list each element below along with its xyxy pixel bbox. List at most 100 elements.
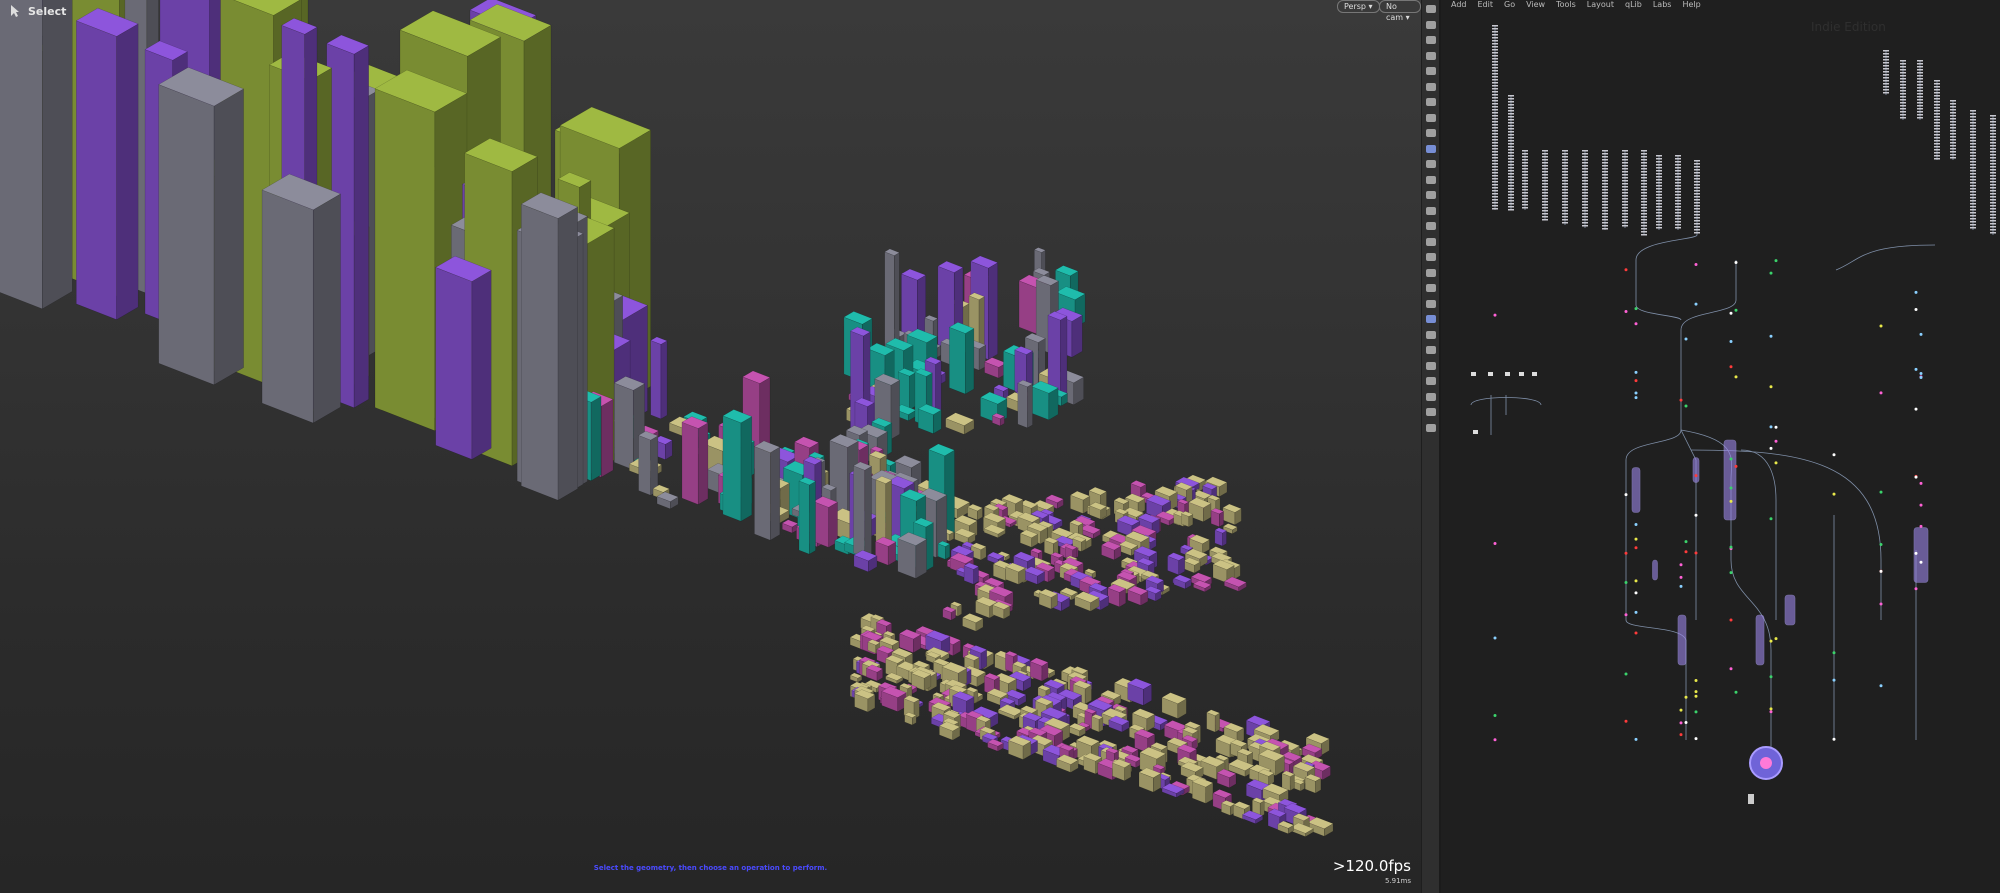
node [1492, 52, 1498, 54]
node [1641, 204, 1647, 206]
node [1492, 139, 1498, 141]
node [1622, 219, 1628, 221]
geo-icon[interactable] [1426, 361, 1436, 370]
node-dot [1634, 737, 1638, 741]
node [1508, 164, 1514, 166]
building-block [75, 7, 139, 321]
node [1492, 154, 1498, 156]
node [1934, 125, 1940, 127]
node-dot [1679, 708, 1683, 712]
persp-menu-button[interactable]: Persp ▾ [1337, 0, 1380, 13]
node [1694, 190, 1700, 192]
render-icon[interactable] [1426, 423, 1436, 432]
paint-icon[interactable] [1426, 160, 1436, 168]
node [1656, 227, 1662, 229]
node [1675, 185, 1681, 187]
node [1508, 197, 1514, 199]
node [1622, 204, 1628, 206]
node [1505, 372, 1510, 376]
node [1582, 201, 1588, 203]
node [1508, 104, 1514, 106]
lock-icon[interactable] [1426, 36, 1436, 44]
node [1641, 156, 1647, 158]
node [1950, 151, 1956, 153]
node [1950, 124, 1956, 126]
node [1542, 201, 1548, 203]
node [1970, 155, 1976, 157]
box-icon[interactable] [1426, 330, 1436, 339]
network-editor[interactable]: Add Edit Go View Tools Layout qLib Labs Help Ind… [1441, 0, 2000, 893]
light-icon[interactable] [1426, 82, 1436, 91]
sculpt-icon[interactable] [1426, 175, 1436, 184]
output-node-core [1760, 757, 1772, 769]
node [1641, 192, 1647, 194]
brush-icon[interactable] [1426, 191, 1436, 199]
transform-icon[interactable] [1426, 20, 1436, 29]
measure-icon[interactable] [1426, 284, 1436, 292]
node [1492, 103, 1498, 105]
node [1675, 170, 1681, 172]
node [1970, 173, 1976, 175]
node [1508, 134, 1514, 136]
node [1675, 221, 1681, 223]
node [1562, 192, 1568, 194]
node [1562, 162, 1568, 164]
node [1641, 171, 1647, 173]
node [1675, 218, 1681, 220]
scene-viewport[interactable]: Select Persp ▾ No cam ▾ Select the geome… [0, 0, 1421, 893]
node [1602, 204, 1608, 206]
sphere-icon[interactable] [1426, 346, 1436, 354]
node [1522, 165, 1528, 167]
select-icon[interactable] [1426, 5, 1436, 13]
node [1622, 171, 1628, 173]
grid-icon[interactable] [1426, 268, 1436, 277]
node [1970, 119, 1976, 121]
pivot-icon[interactable] [1426, 129, 1436, 137]
node [1917, 105, 1923, 107]
handle-icon[interactable] [1426, 67, 1436, 75]
palette-icon[interactable] [1426, 315, 1436, 323]
node [1522, 162, 1528, 164]
light2-icon[interactable] [1426, 377, 1436, 385]
building-block [1214, 527, 1228, 547]
node [1562, 213, 1568, 215]
node [1900, 87, 1906, 89]
node [1950, 103, 1956, 105]
node-dot [1634, 322, 1638, 326]
node [1641, 153, 1647, 155]
knife-icon[interactable] [1426, 237, 1436, 246]
node-dot [1919, 332, 1923, 336]
node [1582, 174, 1588, 176]
display-icon[interactable] [1426, 408, 1436, 416]
camera-menu-button[interactable]: No cam ▾ [1379, 0, 1421, 22]
node-dot [1729, 311, 1733, 315]
node [1582, 150, 1588, 152]
node [1970, 191, 1976, 193]
node [1656, 179, 1662, 181]
viewport-toolbar [1421, 0, 1441, 893]
snap-icon[interactable] [1426, 113, 1436, 122]
eye-icon[interactable] [1426, 299, 1436, 308]
node [1934, 149, 1940, 151]
node [1934, 110, 1940, 112]
node [1562, 201, 1568, 203]
curve-icon[interactable] [1426, 222, 1436, 230]
node-graph[interactable] [1441, 0, 2000, 893]
node [1917, 87, 1923, 89]
node [1990, 193, 1996, 195]
node [1675, 173, 1681, 175]
pen-icon[interactable] [1426, 206, 1436, 215]
node [1492, 196, 1498, 198]
node [1508, 98, 1514, 100]
node [1900, 93, 1906, 95]
node [1694, 208, 1700, 210]
gear-icon[interactable] [1426, 253, 1436, 261]
node [1622, 201, 1628, 203]
camera-icon[interactable] [1426, 98, 1436, 106]
ruler-icon[interactable] [1426, 144, 1436, 153]
node [1970, 146, 1976, 148]
node [1900, 117, 1906, 119]
cube-icon[interactable] [1426, 392, 1436, 401]
building-block [656, 491, 679, 510]
scale-icon[interactable] [1426, 51, 1436, 60]
